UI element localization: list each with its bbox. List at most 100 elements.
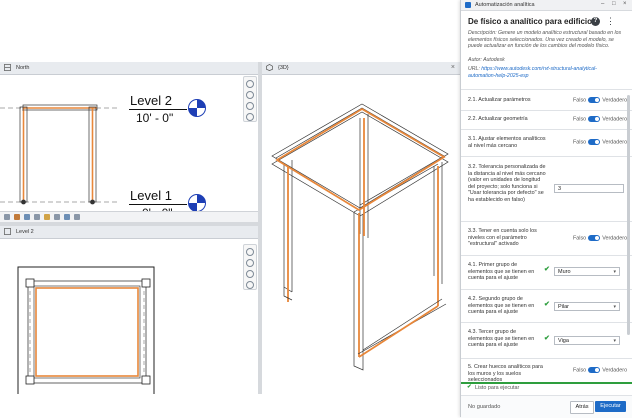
toggle-false-label: Falso: [573, 139, 587, 146]
toggle-true-label: Verdadero: [602, 139, 628, 146]
plan-view-icon: [4, 228, 11, 235]
toggle-true-label: Verdadero: [602, 235, 628, 242]
plan-drawing: [17, 266, 155, 394]
separator: [461, 129, 632, 130]
panel-window-title: Automatización analítica: [475, 2, 535, 8]
toggle-true-label: Verdadero: [602, 367, 628, 374]
plan-navigation-bar[interactable]: [243, 244, 257, 290]
select-value: Pilar: [558, 304, 570, 310]
elevation-view-control-bar[interactable]: [0, 211, 258, 222]
panel-scrollbar[interactable]: [627, 95, 630, 335]
toggle-update-parameters[interactable]: Falso Verdadero: [573, 97, 627, 103]
revit-canvas: North Level 2 10' - 0" Level 1 0' - 0": [0, 0, 460, 417]
panel-url: URL: https://www.autodesk.com/rvt-struct…: [468, 66, 618, 79]
toggle-false-label: Falso: [573, 367, 587, 374]
param-label: 2.2. Actualizar geometría: [468, 116, 528, 122]
panel-titlebar: Automatización analítica – □ ×: [461, 0, 632, 11]
help-icon[interactable]: ?: [591, 17, 600, 26]
toggle-false-label: Falso: [573, 116, 587, 123]
gear-icon[interactable]: ⋮: [606, 16, 615, 27]
param-label: 4.2. Segundo grupo de elementos que se t…: [468, 296, 535, 316]
automation-panel: Automatización analítica – □ × De físico…: [460, 0, 632, 418]
level-2-elevation: 10' - 0": [136, 111, 174, 125]
level-2-name: Level 2: [130, 93, 172, 108]
separator: [461, 221, 632, 222]
3d-tab-label: {3D}: [278, 65, 289, 71]
toggle-create-openings[interactable]: Falso Verdadero: [573, 367, 627, 373]
elevation-viewport[interactable]: North Level 2 10' - 0" Level 1 0' - 0": [0, 62, 258, 222]
run-button[interactable]: Ejecutar: [595, 401, 626, 412]
status-bar: [461, 382, 632, 384]
separator: [461, 322, 632, 323]
close-3d-view-icon[interactable]: ×: [451, 64, 455, 71]
toggle-switch[interactable]: [588, 116, 601, 122]
toggle-switch[interactable]: [588, 367, 601, 373]
toggle-update-geometry[interactable]: Falso Verdadero: [573, 116, 627, 122]
separator: [461, 358, 632, 359]
toggle-switch[interactable]: [588, 97, 601, 103]
unsaved-label: No guardado: [468, 404, 501, 410]
level-2-line: [129, 109, 187, 110]
chevron-down-icon: ▾: [613, 338, 616, 344]
param-label: 5. Crear huecos analíticos para los muro…: [468, 364, 543, 384]
maximize-icon[interactable]: □: [612, 1, 616, 7]
elevation-drawing: [0, 104, 118, 205]
level-1-line: [129, 204, 187, 205]
level-1-name: Level 1: [130, 188, 172, 203]
plan-tab-label: Level 2: [16, 229, 34, 235]
third-group-select[interactable]: Viga ▾: [554, 336, 620, 345]
url-link[interactable]: https://www.autodesk.com/rvt-structural-…: [468, 66, 597, 79]
toggle-true-label: Verdadero: [602, 116, 628, 123]
url-label: URL:: [468, 66, 480, 72]
toggle-switch[interactable]: [588, 235, 601, 241]
chevron-down-icon: ▾: [613, 304, 616, 310]
ready-check-icon: ✔: [467, 384, 472, 390]
toggle-true-label: Verdadero: [602, 97, 628, 104]
status-area-blank: [0, 394, 460, 417]
valid-check-icon: ✔: [544, 335, 550, 342]
separator: [461, 156, 632, 157]
param-label: 4.1. Primer grupo de elementos que se ti…: [468, 262, 535, 282]
toggle-false-label: Falso: [573, 235, 587, 242]
3d-structure-drawing: [271, 103, 449, 371]
param-label: 2.1. Actualizar parámetros: [468, 97, 531, 103]
tolerance-input[interactable]: 3: [554, 184, 624, 193]
run-status: ✔ Listo para ejecutar: [461, 382, 632, 392]
ribbon-blank-area: [0, 0, 460, 62]
separator: [461, 89, 632, 90]
param-label: 3.1. Ajustar elementos analíticos al niv…: [468, 136, 546, 149]
panel-description: Descripción: Genere un modelo analítico …: [468, 30, 622, 50]
panel-footer: No guardado Atrás Ejecutar: [461, 395, 632, 418]
3d-viewport[interactable]: {3D} ×: [262, 62, 460, 394]
select-value: Viga: [558, 338, 569, 344]
separator: [461, 289, 632, 290]
elevation-tab-label: North: [16, 65, 30, 71]
second-group-select[interactable]: Pilar ▾: [554, 302, 620, 311]
back-button[interactable]: Atrás: [570, 401, 594, 414]
toggle-snap-nearest-level[interactable]: Falso Verdadero: [573, 139, 627, 145]
close-icon[interactable]: ×: [623, 1, 627, 7]
3d-view-icon: [266, 64, 273, 71]
param-label: 4.3. Tercer grupo de elementos que se ti…: [468, 329, 535, 349]
elevation-view-icon: [4, 64, 11, 71]
valid-check-icon: ✔: [544, 301, 550, 308]
level-2-marker-icon[interactable]: [187, 98, 207, 118]
valid-check-icon: ✔: [544, 266, 550, 273]
panel-author: Autor: Autodesk: [468, 57, 505, 63]
minimize-icon[interactable]: –: [601, 1, 604, 7]
elevation-navigation-bar[interactable]: [243, 76, 257, 122]
chevron-down-icon: ▾: [613, 269, 616, 275]
app-icon: [465, 2, 471, 8]
plan-viewport[interactable]: Level 2: [0, 226, 258, 394]
separator: [461, 110, 632, 111]
level-1-marker-icon[interactable]: [187, 193, 207, 213]
first-group-select[interactable]: Muro ▾: [554, 267, 620, 276]
select-value: Muro: [558, 269, 571, 275]
toggle-structural-levels-only[interactable]: Falso Verdadero: [573, 235, 627, 241]
status-text: Listo para ejecutar: [475, 385, 520, 391]
separator: [461, 255, 632, 256]
param-label: 3.2. Tolerancia personalizada de la dist…: [468, 164, 546, 203]
panel-title: De físico a analítico para edificios: [468, 17, 597, 26]
toggle-switch[interactable]: [588, 139, 601, 145]
toggle-false-label: Falso: [573, 97, 587, 104]
